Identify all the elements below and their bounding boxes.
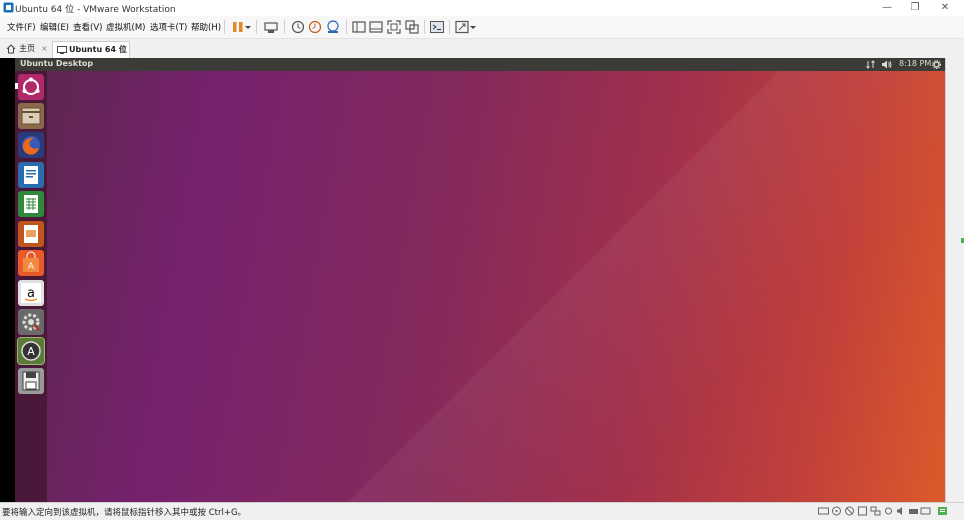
snapshot-manager-icon[interactable] bbox=[325, 19, 341, 35]
clock[interactable]: 8:18 PM bbox=[899, 59, 931, 68]
snapshot-icon[interactable] bbox=[290, 19, 306, 35]
ubuntu-panel-title: Ubuntu Desktop bbox=[20, 59, 94, 68]
ubuntu-desktop-wallpaper[interactable] bbox=[47, 71, 945, 502]
svg-text:A: A bbox=[27, 345, 35, 358]
minimize-button[interactable]: — bbox=[872, 0, 902, 16]
display-icon[interactable] bbox=[920, 506, 931, 516]
status-bar: 要将输入定向到该虚拟机，请将鼠标指针移入其中或按 Ctrl+G。 bbox=[0, 502, 964, 520]
tab-bar: 主页 × Ubuntu 64 位 × bbox=[0, 39, 964, 59]
vm-left-border bbox=[0, 58, 15, 502]
toolbar-separator bbox=[424, 20, 425, 34]
window-title: Ubuntu 64 位 - VMware Workstation bbox=[15, 5, 176, 15]
settings-launcher[interactable] bbox=[18, 309, 44, 335]
close-button[interactable]: ✕ bbox=[930, 0, 960, 16]
shopping-bag-icon: A bbox=[23, 251, 39, 272]
cd-rom-icon[interactable] bbox=[831, 506, 842, 516]
toolbar-separator bbox=[284, 20, 285, 34]
volume-icon[interactable] bbox=[881, 60, 892, 69]
toolbar-separator bbox=[224, 20, 225, 34]
updater-launcher[interactable]: A bbox=[17, 337, 45, 365]
menu-help[interactable]: 帮助(H) bbox=[191, 21, 221, 33]
gear-icon[interactable] bbox=[932, 60, 941, 69]
hard-disk-icon[interactable] bbox=[818, 506, 829, 516]
svg-text:a: a bbox=[27, 286, 35, 301]
floppy-status-icon[interactable] bbox=[844, 506, 855, 516]
restore-button[interactable]: ❐ bbox=[900, 0, 930, 16]
stretch-icon[interactable] bbox=[454, 19, 470, 35]
vm-icon bbox=[57, 46, 67, 54]
network-adapter-icon[interactable] bbox=[870, 506, 881, 516]
firefox-launcher[interactable] bbox=[18, 132, 44, 158]
storage-icon[interactable] bbox=[857, 506, 868, 516]
document-writer-icon bbox=[24, 166, 38, 184]
thumbnail-icon[interactable] bbox=[368, 19, 384, 35]
sound-icon[interactable] bbox=[896, 506, 907, 516]
dash-button[interactable] bbox=[18, 74, 44, 100]
dropdown-icon[interactable] bbox=[469, 19, 477, 35]
software-center-launcher[interactable]: A bbox=[18, 250, 44, 276]
menu-edit[interactable]: 编辑(E) bbox=[40, 21, 69, 33]
ubuntu-top-panel: Ubuntu Desktop 8:18 PM bbox=[15, 58, 945, 71]
ubuntu-launcher: A a A bbox=[15, 71, 47, 502]
revert-snapshot-icon[interactable] bbox=[307, 19, 323, 35]
firefox-icon bbox=[22, 136, 40, 155]
impress-launcher[interactable] bbox=[18, 221, 44, 247]
menu-tabs[interactable]: 选项卡(T) bbox=[150, 21, 187, 33]
status-message: 要将输入定向到该虚拟机，请将鼠标指针移入其中或按 Ctrl+G。 bbox=[2, 508, 247, 518]
ubuntu-logo-icon bbox=[22, 77, 40, 95]
toolbar-separator bbox=[256, 20, 257, 34]
menu-vm[interactable]: 虚拟机(M) bbox=[106, 21, 145, 33]
tab-ubuntu[interactable]: Ubuntu 64 位 × bbox=[52, 41, 130, 58]
floppy-launcher[interactable] bbox=[18, 368, 44, 394]
presentation-icon bbox=[24, 225, 38, 243]
fullscreen-icon[interactable] bbox=[386, 19, 402, 35]
network-icon[interactable] bbox=[866, 60, 875, 69]
menu-view[interactable]: 查看(V) bbox=[73, 21, 102, 33]
writer-launcher[interactable] bbox=[18, 162, 44, 188]
tab-label: 主页 bbox=[19, 44, 35, 53]
settings-gear-icon bbox=[22, 313, 40, 331]
window-title-bar: Ubuntu 64 位 - VMware Workstation — ❐ ✕ bbox=[0, 0, 964, 16]
files-launcher[interactable] bbox=[18, 103, 44, 129]
tab-home[interactable]: 主页 × bbox=[2, 41, 52, 57]
send-ctrl-alt-del-icon[interactable] bbox=[263, 19, 279, 35]
file-cabinet-icon bbox=[21, 107, 41, 125]
usb-icon[interactable] bbox=[883, 506, 894, 516]
floppy-disk-icon bbox=[22, 371, 40, 391]
home-icon bbox=[6, 44, 16, 54]
tab-close-button[interactable]: × bbox=[119, 42, 126, 58]
spreadsheet-icon bbox=[24, 195, 38, 213]
message-log-icon[interactable] bbox=[937, 506, 948, 516]
toolbar-separator bbox=[449, 20, 450, 34]
printer-icon[interactable] bbox=[908, 506, 919, 516]
console-icon[interactable] bbox=[429, 19, 445, 35]
vmware-icon bbox=[3, 2, 14, 13]
menu-file[interactable]: 文件(F) bbox=[7, 21, 36, 33]
tab-close-button[interactable]: × bbox=[41, 41, 48, 57]
amazon-icon: a bbox=[21, 283, 41, 303]
dropdown-icon[interactable] bbox=[244, 19, 252, 35]
library-icon[interactable] bbox=[351, 19, 367, 35]
calc-launcher[interactable] bbox=[18, 191, 44, 217]
software-updater-icon: A bbox=[21, 341, 41, 361]
amazon-launcher[interactable]: a bbox=[18, 280, 44, 306]
svg-text:A: A bbox=[28, 262, 35, 272]
vm-right-margin bbox=[945, 58, 964, 502]
toolbar-separator bbox=[346, 20, 347, 34]
unity-icon[interactable] bbox=[404, 19, 420, 35]
menu-toolbar: 文件(F) 编辑(E) 查看(V) 虚拟机(M) 选项卡(T) 帮助(H) bbox=[0, 16, 964, 39]
